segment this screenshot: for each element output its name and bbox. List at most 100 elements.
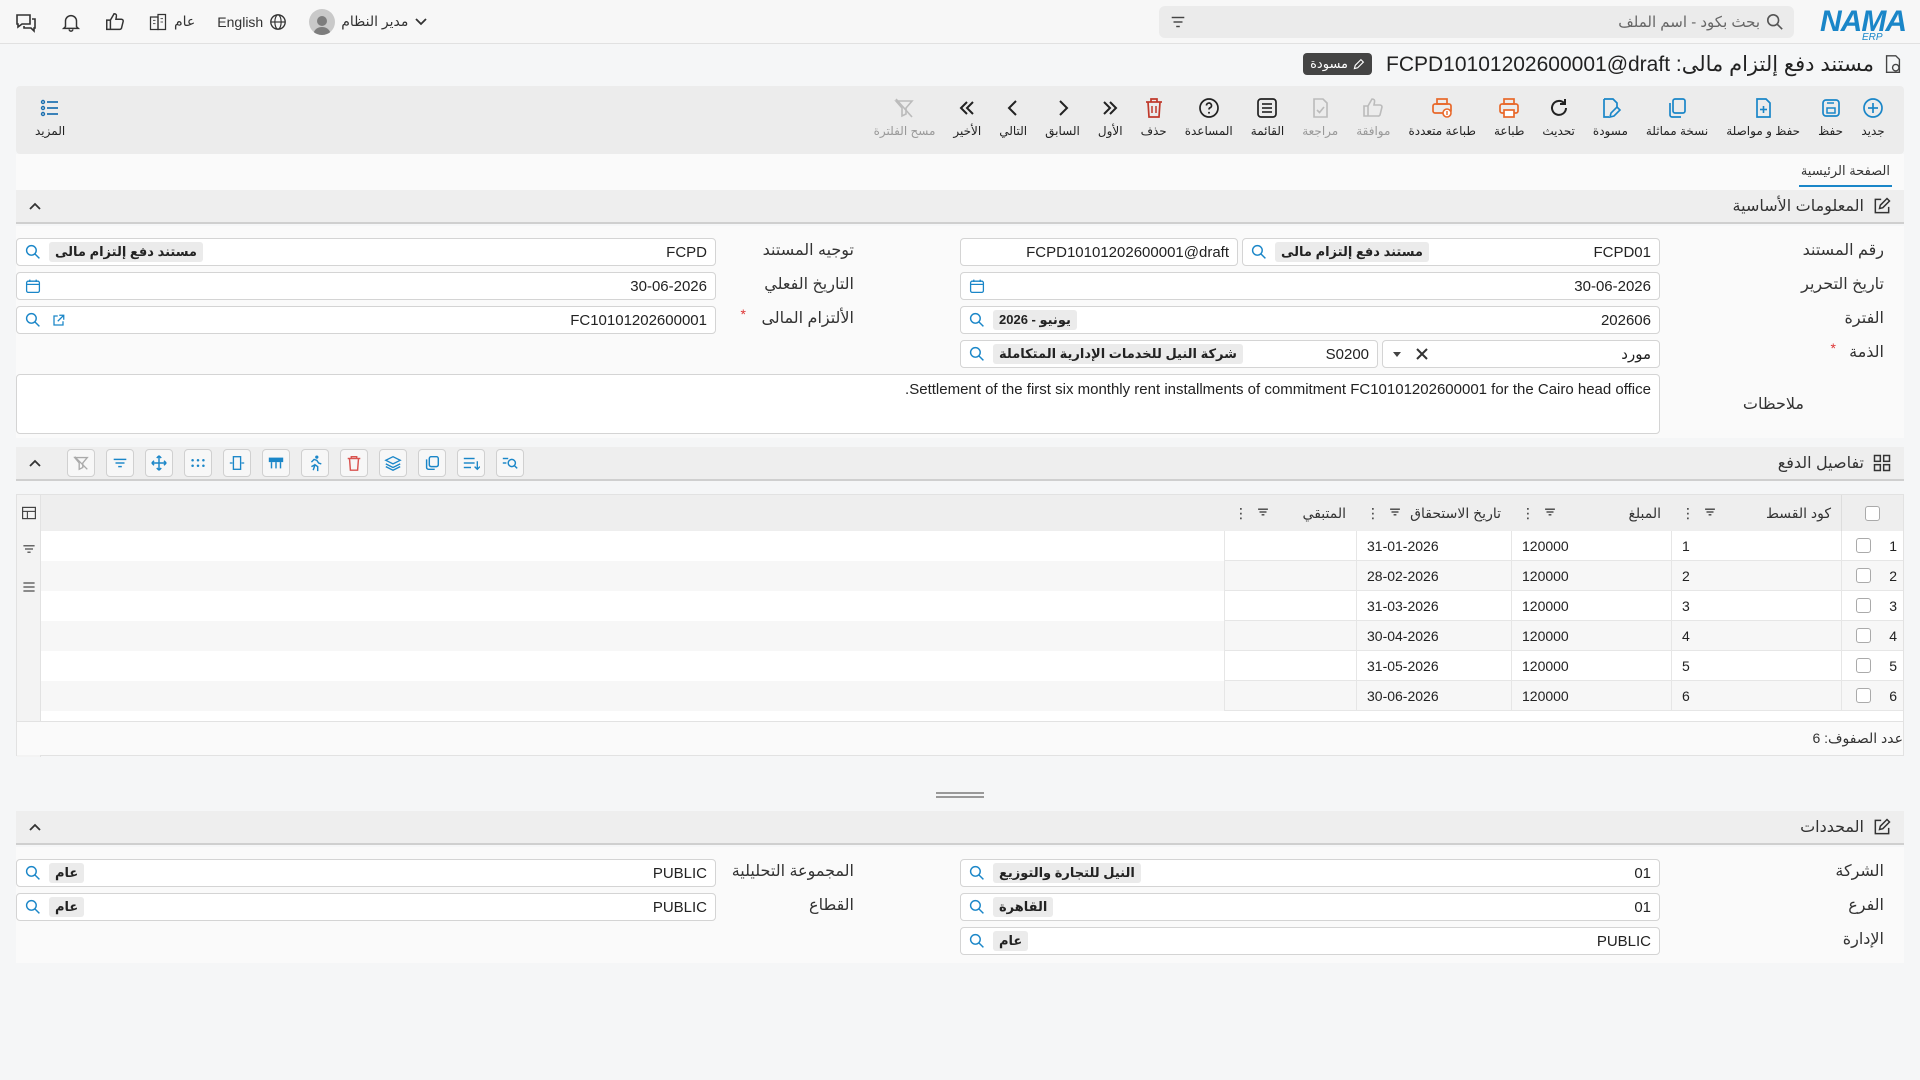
tab-main[interactable]: الصفحة الرئيسية	[1798, 157, 1892, 187]
lookup-icon[interactable]	[25, 865, 41, 881]
print-button[interactable]: طباعة	[1494, 86, 1524, 154]
lookup-icon[interactable]	[969, 312, 985, 328]
col-amount[interactable]: المبلغ ⋮	[1511, 495, 1671, 531]
doc-direction-field[interactable]: FCPD مستند دفع إلتزام مالى	[16, 238, 716, 266]
notes-textarea[interactable]: Settlement of the first six monthly rent…	[16, 374, 1660, 434]
doc-type-field[interactable]: FCPD01 مستند دفع إلتزام مالى	[1242, 238, 1660, 266]
column-menu-icon[interactable]: ⋮	[1521, 505, 1535, 522]
caret-down-icon[interactable]	[1391, 348, 1403, 360]
lookup-icon[interactable]	[969, 899, 985, 915]
refresh-button[interactable]: تحديث	[1542, 86, 1575, 154]
calendar-icon[interactable]	[969, 278, 985, 294]
branch-field[interactable]: 01 القاهرة	[960, 893, 1660, 921]
more-button[interactable]: المزيد	[35, 86, 65, 154]
lookup-icon[interactable]	[25, 312, 41, 328]
col-remaining[interactable]: المتبقي ⋮	[1224, 495, 1356, 531]
col-due-date[interactable]: تاريخ الاستحقاق ⋮	[1356, 495, 1511, 531]
filter-icon[interactable]	[1703, 505, 1717, 522]
bell-icon[interactable]	[60, 11, 82, 33]
move-button[interactable]	[145, 449, 173, 477]
filter-button[interactable]	[106, 449, 134, 477]
col-installment-code[interactable]: كود القسط ⋮	[1671, 495, 1841, 531]
row-checkbox[interactable]	[1856, 568, 1871, 583]
search-grid-button[interactable]	[496, 449, 524, 477]
copy-rows-button[interactable]	[418, 449, 446, 477]
filter-icon[interactable]	[1543, 505, 1557, 522]
dimensions-header[interactable]: المحددات	[16, 811, 1904, 845]
actual-date-field[interactable]: 30-06-2026	[16, 272, 716, 300]
language-switcher[interactable]: English	[217, 13, 287, 31]
lookup-icon[interactable]	[969, 865, 985, 881]
help-button[interactable]: المساعدة	[1185, 86, 1233, 154]
chevron-up-icon[interactable]	[28, 820, 42, 834]
scope-selector[interactable]: عام	[148, 12, 195, 32]
review-button[interactable]: مراجعة	[1302, 86, 1338, 154]
approve-button[interactable]: موافقة	[1356, 86, 1390, 154]
save-and-continue-button[interactable]: حفظ و مواصلة	[1726, 86, 1800, 154]
next-button[interactable]: التالي	[999, 86, 1027, 154]
analytic-group-field[interactable]: PUBLIC عام	[16, 859, 716, 887]
chevron-up-icon[interactable]	[28, 456, 42, 470]
company-field[interactable]: 01 النيل للتجارة والتوزيع	[960, 859, 1660, 887]
chevron-up-icon[interactable]	[28, 199, 42, 213]
department-field[interactable]: PUBLIC عام	[960, 927, 1660, 955]
basic-info-header[interactable]: المعلومات الأساسية	[16, 190, 1904, 224]
row-checkbox[interactable]	[1856, 538, 1871, 553]
column-menu-icon[interactable]: ⋮	[1234, 505, 1248, 522]
run-button[interactable]	[301, 449, 329, 477]
clear-filter-button[interactable]	[67, 449, 95, 477]
lookup-icon[interactable]	[25, 899, 41, 915]
column-menu-icon[interactable]: ⋮	[1681, 505, 1695, 522]
user-menu[interactable]: مدير النظام	[309, 8, 428, 35]
first-button[interactable]: الأول	[1098, 86, 1123, 154]
last-button[interactable]: الأخير	[953, 86, 981, 154]
draft-button[interactable]: مسودة	[1593, 86, 1628, 154]
search-input[interactable]: بحث بكود - اسم الملف	[1618, 13, 1760, 31]
save-button[interactable]: حفظ	[1818, 86, 1843, 154]
close-icon[interactable]	[1415, 347, 1429, 361]
multi-print-button[interactable]: طباعة متعددة	[1408, 86, 1476, 154]
sector-field[interactable]: PUBLIC عام	[16, 893, 716, 921]
grid-dots-button[interactable]	[184, 449, 212, 477]
filter-icon[interactable]	[1169, 13, 1187, 31]
filter-icon[interactable]	[21, 541, 37, 557]
row-checkbox[interactable]	[1856, 688, 1871, 703]
filter-icon[interactable]	[1256, 505, 1270, 522]
table-view-button[interactable]	[262, 449, 290, 477]
calendar-icon[interactable]	[25, 278, 41, 294]
row-checkbox[interactable]	[1856, 628, 1871, 643]
fit-columns-button[interactable]	[223, 449, 251, 477]
duplicate-button[interactable]: نسخة مماثلة	[1646, 86, 1708, 154]
commitment-field[interactable]: FC10101202600001	[16, 306, 716, 334]
delete-button[interactable]: حذف	[1141, 86, 1167, 154]
new-button[interactable]: جديد	[1861, 86, 1885, 154]
filter-icon[interactable]	[1388, 505, 1402, 522]
clear-filter-button[interactable]: مسح الفلترة	[874, 86, 935, 154]
period-field[interactable]: 202606 يونيو - 2026	[960, 306, 1660, 334]
edit-date-field[interactable]: 30-06-2026	[960, 272, 1660, 300]
select-all-checkbox[interactable]	[1865, 505, 1880, 521]
column-menu-icon[interactable]: ⋮	[1366, 505, 1380, 522]
list-button[interactable]: القائمة	[1251, 86, 1284, 154]
lookup-icon[interactable]	[1251, 244, 1267, 260]
doc-number-field[interactable]: FCPD10101202600001@draft	[960, 238, 1238, 266]
row-checkbox[interactable]	[1856, 658, 1871, 673]
party-type-select[interactable]: مورد	[1382, 340, 1660, 368]
columns-icon[interactable]	[21, 505, 37, 521]
chat-icon[interactable]	[14, 10, 38, 34]
previous-button[interactable]: السابق	[1045, 86, 1080, 154]
lookup-icon[interactable]	[969, 933, 985, 949]
nama-logo[interactable]: NAMA ERP	[1820, 5, 1907, 43]
thumbs-up-icon[interactable]	[104, 11, 126, 33]
lookup-icon[interactable]	[969, 346, 985, 362]
lookup-icon[interactable]	[25, 244, 41, 260]
resize-handle[interactable]	[936, 792, 984, 798]
party-field[interactable]: S0200 شركة النيل للخدمات الإدارية المتكا…	[960, 340, 1378, 368]
global-search[interactable]: بحث بكود - اسم الملف	[1159, 5, 1794, 38]
sort-rows-button[interactable]	[457, 449, 485, 477]
external-link-icon[interactable]	[51, 313, 66, 328]
layers-button[interactable]	[379, 449, 407, 477]
menu-icon[interactable]	[21, 579, 37, 595]
row-checkbox[interactable]	[1856, 598, 1871, 613]
delete-rows-button[interactable]	[340, 449, 368, 477]
